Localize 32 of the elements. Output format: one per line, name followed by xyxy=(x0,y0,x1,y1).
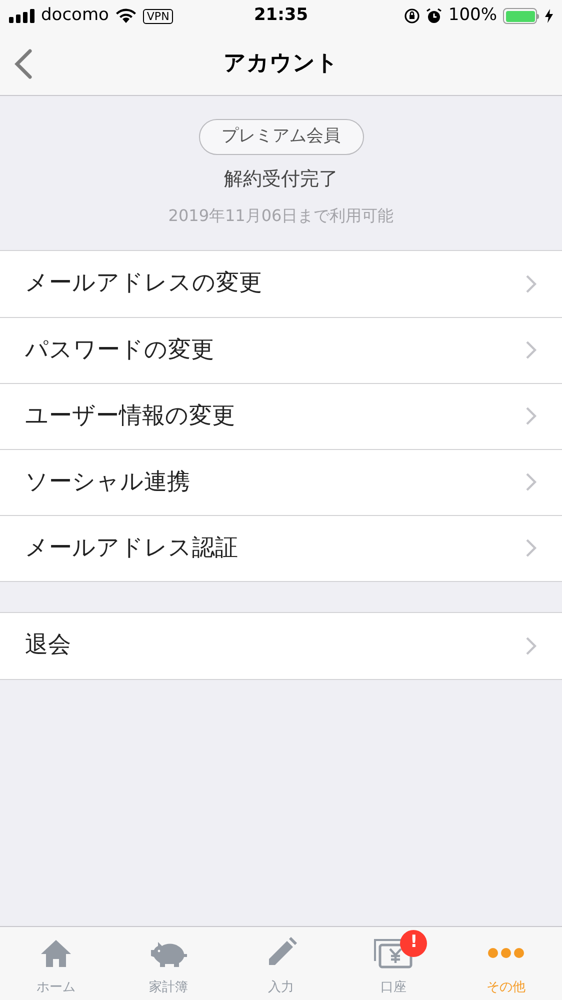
home-icon xyxy=(39,938,74,968)
chevron-right-icon xyxy=(525,340,537,360)
chevron-right-icon xyxy=(525,406,537,426)
menu-item[interactable]: メールアドレスの変更 xyxy=(0,250,562,316)
alert-badge: ! xyxy=(400,930,428,956)
menu-item[interactable]: パスワードの変更 xyxy=(0,316,562,382)
membership-status: 解約受付完了 xyxy=(224,167,338,192)
chevron-right-icon xyxy=(525,274,537,294)
back-button[interactable] xyxy=(12,48,34,80)
battery-icon xyxy=(503,8,539,24)
vpn-badge: VPN xyxy=(142,8,174,24)
clock-time: 21:35 xyxy=(252,4,310,28)
tab-item[interactable]: ! 口座 xyxy=(337,927,450,1000)
menu-item[interactable]: 退会 xyxy=(0,612,562,678)
chevron-right-icon xyxy=(525,636,537,656)
rotation-lock-icon xyxy=(404,8,420,24)
back-icon xyxy=(12,48,34,80)
alarm-icon xyxy=(426,8,442,24)
page-title: アカウント xyxy=(224,50,338,78)
charging-icon xyxy=(545,9,553,23)
battery-percent: 100% xyxy=(448,4,497,28)
menu-item[interactable]: ユーザー情報の変更 xyxy=(0,382,562,448)
availability-note: 2019年11月06日まで利用可能 xyxy=(168,204,394,226)
carrier-name: docomo xyxy=(41,4,109,28)
wifi-icon xyxy=(114,8,137,24)
membership-badge: プレミアム会員 xyxy=(198,119,364,155)
signal-icon xyxy=(9,9,35,23)
chevron-right-icon xyxy=(525,538,537,558)
more-icon xyxy=(486,946,525,958)
menu-item[interactable]: メールアドレス認証 xyxy=(0,514,562,580)
chevron-right-icon xyxy=(525,472,537,492)
menu-item[interactable]: ソーシャル連携 xyxy=(0,448,562,514)
